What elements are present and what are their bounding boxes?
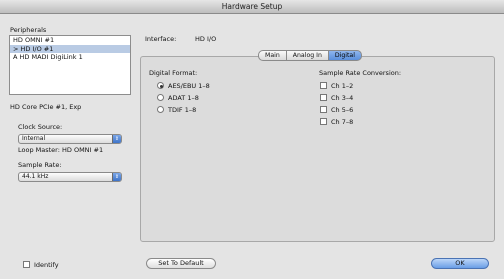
checkbox-icon [320, 106, 327, 113]
up-down-arrows-icon: ⇕ [112, 135, 121, 143]
clock-source-popup[interactable]: Internal ⇕ [18, 134, 122, 144]
ok-button[interactable]: OK [431, 258, 489, 269]
src-label: Sample Rate Conversion: [319, 69, 402, 77]
checkbox-ch-3-4[interactable]: Ch 3–4 [320, 93, 353, 102]
radio-adat[interactable]: ADAT 1–8 [157, 93, 199, 102]
checkbox-icon [320, 82, 327, 89]
set-to-default-button[interactable]: Set To Default [146, 258, 216, 269]
checkbox-icon [23, 261, 30, 268]
peripheral-item-hd-madi[interactable]: A HD MADI DigiLink 1 [10, 53, 130, 62]
tab-main[interactable]: Main [258, 50, 287, 61]
checkbox-icon [320, 94, 327, 101]
checkbox-ch-5-6[interactable]: Ch 5–6 [320, 105, 353, 114]
checkbox-ch-5-6-label: Ch 5–6 [331, 105, 354, 114]
checkbox-ch-7-8-label: Ch 7–8 [331, 117, 354, 126]
tab-bar: Main Analog In Digital [258, 50, 362, 61]
peripheral-item-hd-io[interactable]: > HD I/O #1 [10, 44, 130, 53]
interface-value: HD I/O [195, 35, 217, 43]
sample-rate-popup[interactable]: 44.1 kHz ⇕ [18, 172, 122, 182]
checkbox-icon [320, 118, 327, 125]
peripherals-list[interactable]: HD OMNI #1 > HD I/O #1 A HD MADI DigiLin… [9, 35, 131, 95]
sample-rate-label: Sample Rate: [18, 161, 62, 169]
radio-aes-ebu-label: AES/EBU 1–8 [168, 81, 210, 90]
checkbox-ch-1-2[interactable]: Ch 1–2 [320, 81, 353, 90]
device-name: HD Core PCIe #1, Exp [10, 103, 82, 111]
peripherals-label: Peripherals [10, 26, 47, 34]
sample-rate-value: 44.1 kHz [22, 173, 49, 180]
radio-tdif-label: TDIF 1–8 [168, 105, 197, 114]
digital-format-label: Digital Format: [149, 69, 198, 77]
peripheral-item-hd-omni[interactable]: HD OMNI #1 [10, 36, 130, 45]
clock-source-label: Clock Source: [18, 123, 63, 131]
checkbox-ch-7-8[interactable]: Ch 7–8 [320, 117, 353, 126]
radio-button-icon [157, 94, 164, 101]
tab-analog-in[interactable]: Analog In [285, 50, 329, 61]
checkbox-ch-3-4-label: Ch 3–4 [331, 93, 354, 102]
window-title: Hardware Setup [0, 0, 504, 14]
clock-source-value: Internal [22, 135, 46, 142]
radio-adat-label: ADAT 1–8 [168, 93, 199, 102]
interface-label: Interface: [145, 35, 177, 43]
up-down-arrows-icon: ⇕ [112, 173, 121, 181]
radio-aes-ebu[interactable]: AES/EBU 1–8 [157, 81, 210, 90]
identify-checkbox[interactable]: Identify [23, 260, 59, 269]
radio-tdif[interactable]: TDIF 1–8 [157, 105, 196, 114]
radio-button-icon [157, 82, 164, 89]
loop-master-text: Loop Master: HD OMNI #1 [18, 146, 104, 154]
checkbox-ch-1-2-label: Ch 1–2 [331, 81, 354, 90]
identify-label: Identify [34, 260, 59, 269]
radio-button-icon [157, 106, 164, 113]
tab-digital[interactable]: Digital [327, 50, 362, 61]
